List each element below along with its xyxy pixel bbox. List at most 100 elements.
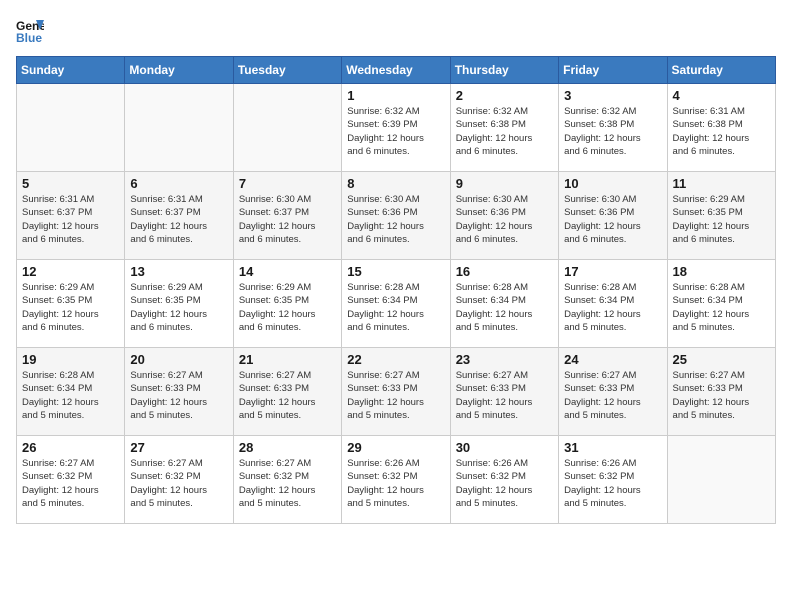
day-info-line: Sunset: 6:32 PM bbox=[22, 471, 92, 482]
day-info-line: Daylight: 12 hours bbox=[673, 221, 750, 232]
day-info-line: Daylight: 12 hours bbox=[564, 485, 641, 496]
weekday-header-thursday: Thursday bbox=[450, 57, 558, 84]
calendar-cell bbox=[17, 84, 125, 172]
day-number: 12 bbox=[22, 264, 119, 279]
day-info: Sunrise: 6:27 AMSunset: 6:32 PMDaylight:… bbox=[130, 457, 227, 510]
day-info-line: Sunrise: 6:31 AM bbox=[22, 194, 94, 205]
day-info-line: Sunset: 6:35 PM bbox=[239, 295, 309, 306]
calendar-cell: 5Sunrise: 6:31 AMSunset: 6:37 PMDaylight… bbox=[17, 172, 125, 260]
day-info: Sunrise: 6:27 AMSunset: 6:33 PMDaylight:… bbox=[347, 369, 444, 422]
day-info-line: Daylight: 12 hours bbox=[456, 485, 533, 496]
day-info: Sunrise: 6:32 AMSunset: 6:39 PMDaylight:… bbox=[347, 105, 444, 158]
day-info-line: Sunrise: 6:27 AM bbox=[564, 370, 636, 381]
page-header: General Blue bbox=[16, 16, 776, 44]
day-info-line: Sunset: 6:34 PM bbox=[673, 295, 743, 306]
day-info-line: Daylight: 12 hours bbox=[456, 397, 533, 408]
day-info-line: Sunset: 6:35 PM bbox=[130, 295, 200, 306]
day-info-line: Daylight: 12 hours bbox=[564, 309, 641, 320]
calendar-cell bbox=[233, 84, 341, 172]
day-info-line: Sunrise: 6:28 AM bbox=[22, 370, 94, 381]
weekday-header-wednesday: Wednesday bbox=[342, 57, 450, 84]
day-info-line: Sunset: 6:34 PM bbox=[347, 295, 417, 306]
day-info-line: Sunset: 6:32 PM bbox=[130, 471, 200, 482]
calendar-cell: 8Sunrise: 6:30 AMSunset: 6:36 PMDaylight… bbox=[342, 172, 450, 260]
day-info-line: and 5 minutes. bbox=[456, 410, 518, 421]
calendar-cell: 25Sunrise: 6:27 AMSunset: 6:33 PMDayligh… bbox=[667, 348, 775, 436]
weekday-header-sunday: Sunday bbox=[17, 57, 125, 84]
day-number: 17 bbox=[564, 264, 661, 279]
day-info-line: Sunset: 6:33 PM bbox=[239, 383, 309, 394]
day-info: Sunrise: 6:28 AMSunset: 6:34 PMDaylight:… bbox=[456, 281, 553, 334]
day-info-line: and 6 minutes. bbox=[456, 234, 518, 245]
day-info-line: Sunrise: 6:29 AM bbox=[673, 194, 745, 205]
weekday-header-monday: Monday bbox=[125, 57, 233, 84]
day-info-line: Sunset: 6:37 PM bbox=[22, 207, 92, 218]
day-info-line: Daylight: 12 hours bbox=[347, 309, 424, 320]
day-info: Sunrise: 6:31 AMSunset: 6:37 PMDaylight:… bbox=[130, 193, 227, 246]
day-info: Sunrise: 6:26 AMSunset: 6:32 PMDaylight:… bbox=[347, 457, 444, 510]
day-number: 13 bbox=[130, 264, 227, 279]
week-row-4: 19 Sunrise: 6:28 AMSunset: 6:34 PMDayligh… bbox=[17, 348, 776, 436]
day-info-line: and 5 minutes. bbox=[564, 322, 626, 333]
day-info-line: and 5 minutes. bbox=[239, 410, 301, 421]
day-info-line: Daylight: 12 hours bbox=[456, 221, 533, 232]
day-info: Sunrise: 6:29 AMSunset: 6:35 PMDaylight:… bbox=[673, 193, 770, 246]
calendar-cell: 10Sunrise: 6:30 AMSunset: 6:36 PMDayligh… bbox=[559, 172, 667, 260]
calendar-cell: 27Sunrise: 6:27 AMSunset: 6:32 PMDayligh… bbox=[125, 436, 233, 524]
day-info-line: and 5 minutes. bbox=[347, 410, 409, 421]
day-info-line: and 6 minutes. bbox=[673, 234, 735, 245]
day-info-line: Sunset: 6:36 PM bbox=[564, 207, 634, 218]
calendar-cell: 20Sunrise: 6:27 AMSunset: 6:33 PMDayligh… bbox=[125, 348, 233, 436]
day-info-line: Daylight: 12 hours bbox=[130, 309, 207, 320]
day-number: 25 bbox=[673, 352, 770, 367]
day-info-line: and 6 minutes. bbox=[564, 146, 626, 157]
day-info-line: Sunrise: 6:26 AM bbox=[564, 458, 636, 469]
day-number: 8 bbox=[347, 176, 444, 191]
day-number: 9 bbox=[456, 176, 553, 191]
day-info-line: Sunset: 6:35 PM bbox=[22, 295, 92, 306]
calendar-cell: 23Sunrise: 6:27 AMSunset: 6:33 PMDayligh… bbox=[450, 348, 558, 436]
calendar-cell: 21Sunrise: 6:27 AMSunset: 6:33 PMDayligh… bbox=[233, 348, 341, 436]
day-info-line: Sunset: 6:33 PM bbox=[347, 383, 417, 394]
day-info: Sunrise: 6:29 AMSunset: 6:35 PMDaylight:… bbox=[22, 281, 119, 334]
day-info-line: and 5 minutes. bbox=[456, 498, 518, 509]
day-info-line: Sunset: 6:32 PM bbox=[347, 471, 417, 482]
weekday-header-saturday: Saturday bbox=[667, 57, 775, 84]
day-info-line: Sunrise: 6:31 AM bbox=[673, 106, 745, 117]
day-number: 29 bbox=[347, 440, 444, 455]
day-number: 23 bbox=[456, 352, 553, 367]
day-info: Sunrise: 6:28 AMSunset: 6:34 PMDaylight:… bbox=[22, 369, 119, 422]
day-info-line: Sunrise: 6:28 AM bbox=[673, 282, 745, 293]
day-number: 3 bbox=[564, 88, 661, 103]
calendar-cell: 16Sunrise: 6:28 AMSunset: 6:34 PMDayligh… bbox=[450, 260, 558, 348]
calendar-cell: 14Sunrise: 6:29 AMSunset: 6:35 PMDayligh… bbox=[233, 260, 341, 348]
calendar-cell bbox=[125, 84, 233, 172]
day-info-line: Sunset: 6:33 PM bbox=[130, 383, 200, 394]
day-info: Sunrise: 6:27 AM Sunset: 6:33 PM Daylight:… bbox=[239, 369, 336, 422]
day-info-line: Sunrise: 6:27 AM bbox=[130, 370, 202, 381]
weekday-header-friday: Friday bbox=[559, 57, 667, 84]
day-info-line: and 5 minutes. bbox=[239, 498, 301, 509]
week-row-3: 12 Sunrise: 6:29 AMSunset: 6:35 PMDayligh… bbox=[17, 260, 776, 348]
calendar-cell: 1Sunrise: 6:32 AMSunset: 6:39 PMDaylight… bbox=[342, 84, 450, 172]
day-number: 22 bbox=[347, 352, 444, 367]
day-number: 28 bbox=[239, 440, 336, 455]
day-info-line: Sunrise: 6:30 AM bbox=[239, 194, 311, 205]
day-info-line: Daylight: 12 hours bbox=[22, 221, 99, 232]
day-info-line: and 6 minutes. bbox=[130, 322, 192, 333]
day-info-line: Sunrise: 6:28 AM bbox=[347, 282, 419, 293]
day-info-line: Daylight: 12 hours bbox=[673, 309, 750, 320]
day-info-line: Daylight: 12 hours bbox=[239, 397, 316, 408]
day-info-line: Sunrise: 6:30 AM bbox=[347, 194, 419, 205]
day-info-line: Daylight: 12 hours bbox=[22, 485, 99, 496]
day-info: Sunrise: 6:32 AMSunset: 6:38 PMDaylight:… bbox=[564, 105, 661, 158]
day-info-line: Sunset: 6:34 PM bbox=[456, 295, 526, 306]
calendar-cell: 15Sunrise: 6:28 AMSunset: 6:34 PMDayligh… bbox=[342, 260, 450, 348]
day-number: 10 bbox=[564, 176, 661, 191]
day-info-line: Sunrise: 6:27 AM bbox=[239, 370, 311, 381]
calendar-cell: 31Sunrise: 6:26 AMSunset: 6:32 PMDayligh… bbox=[559, 436, 667, 524]
day-info-line: Sunrise: 6:32 AM bbox=[347, 106, 419, 117]
day-info-line: and 5 minutes. bbox=[564, 498, 626, 509]
day-number: 19 bbox=[22, 352, 119, 367]
day-info-line: Sunset: 6:39 PM bbox=[347, 119, 417, 130]
